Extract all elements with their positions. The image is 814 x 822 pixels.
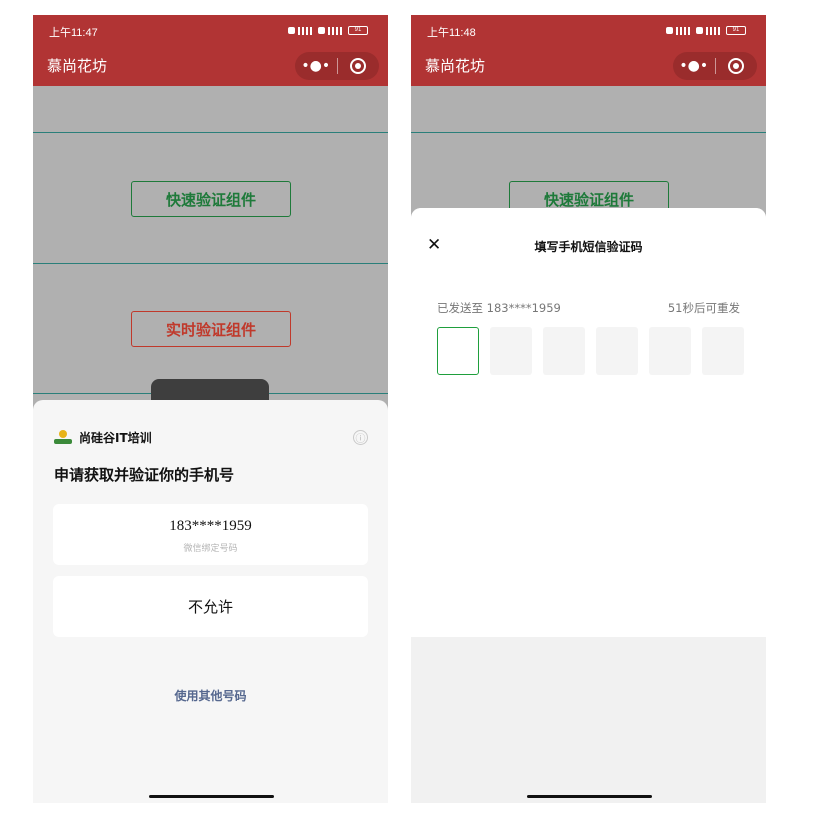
sent-to-text: 已发送至 183****1959: [437, 301, 561, 315]
more-dots-icon: •●•: [679, 58, 709, 74]
sms-sheet-title: 填写手机短信验证码: [534, 240, 643, 254]
signal-icon: [318, 26, 344, 35]
battery-icon: 91: [348, 25, 368, 35]
signal-icon: [696, 26, 722, 35]
more-dots-icon: •●•: [301, 58, 331, 74]
code-digit-input[interactable]: [490, 327, 532, 375]
sms-code-sheet: ✕ 填写手机短信验证码 已发送至 183****1959 51秒后可重发: [411, 208, 766, 803]
brand-logo-icon: [53, 429, 73, 446]
phone-number-option[interactable]: 183****1959 微信绑定号码: [53, 504, 368, 565]
code-digit-input[interactable]: [702, 327, 744, 375]
brand-name: 尚硅谷IT培训: [79, 431, 152, 445]
target-icon: [350, 58, 367, 74]
status-time: 上午11:48: [427, 27, 476, 39]
phone-screen-right: 上午11:48 91 慕尚花坊 •●• 快速验证组件 ✕ 填写手机短信验证码 已…: [411, 15, 766, 803]
realtime-verify-button[interactable]: 实时验证组件: [131, 311, 291, 347]
battery-icon: 91: [726, 25, 746, 35]
mini-program-capsule: •●•: [673, 52, 757, 80]
more-menu-button[interactable]: •●•: [295, 52, 337, 80]
close-program-button[interactable]: [715, 52, 757, 80]
resend-countdown: 51秒后可重发: [667, 301, 740, 315]
phone-number-caption: 微信绑定号码: [183, 544, 238, 554]
app-title: 慕尚花坊: [425, 57, 486, 75]
app-title: 慕尚花坊: [47, 57, 108, 75]
navigation-bar: 上午11:48 91 慕尚花坊 •●•: [411, 15, 766, 86]
divider: [33, 132, 388, 133]
more-menu-button[interactable]: •●•: [673, 52, 715, 80]
code-digit-input[interactable]: [543, 327, 585, 375]
status-icons: 91: [273, 24, 368, 36]
phone-auth-sheet: 尚硅谷IT培训 ⓘ 申请获取并验证你的手机号 183****1959 微信绑定号…: [33, 400, 388, 803]
divider: [33, 263, 388, 264]
phone-screen-left: 上午11:47 91 慕尚花坊 •●• 快速验证组件 实时验证组件 尚硅谷IT培…: [33, 15, 388, 803]
close-program-button[interactable]: [337, 52, 379, 80]
navigation-bar: 上午11:47 91 慕尚花坊 •●•: [33, 15, 388, 86]
signal-icon: [288, 26, 314, 35]
divider: [411, 132, 766, 133]
home-indicator: [526, 795, 652, 798]
code-input-group: [437, 327, 744, 375]
code-digit-input[interactable]: [437, 327, 479, 375]
target-icon: [728, 58, 745, 74]
status-icons: 91: [651, 24, 746, 36]
sms-code-panel: ✕ 填写手机短信验证码 已发送至 183****1959 51秒后可重发: [411, 208, 766, 637]
mini-program-capsule: •●•: [295, 52, 379, 80]
phone-number: 183****1959: [169, 518, 252, 534]
brand-row: 尚硅谷IT培训: [53, 429, 152, 446]
quick-verify-button[interactable]: 快速验证组件: [131, 181, 291, 217]
code-digit-input[interactable]: [649, 327, 691, 375]
code-digit-input[interactable]: [596, 327, 638, 375]
home-indicator: [148, 795, 274, 798]
signal-icon: [666, 26, 692, 35]
status-time: 上午11:47: [49, 27, 98, 39]
info-icon[interactable]: ⓘ: [353, 430, 368, 445]
sheet-heading: 申请获取并验证你的手机号: [54, 466, 235, 484]
deny-button[interactable]: 不允许: [53, 576, 368, 637]
use-other-number-link[interactable]: 使用其他号码: [33, 687, 388, 704]
